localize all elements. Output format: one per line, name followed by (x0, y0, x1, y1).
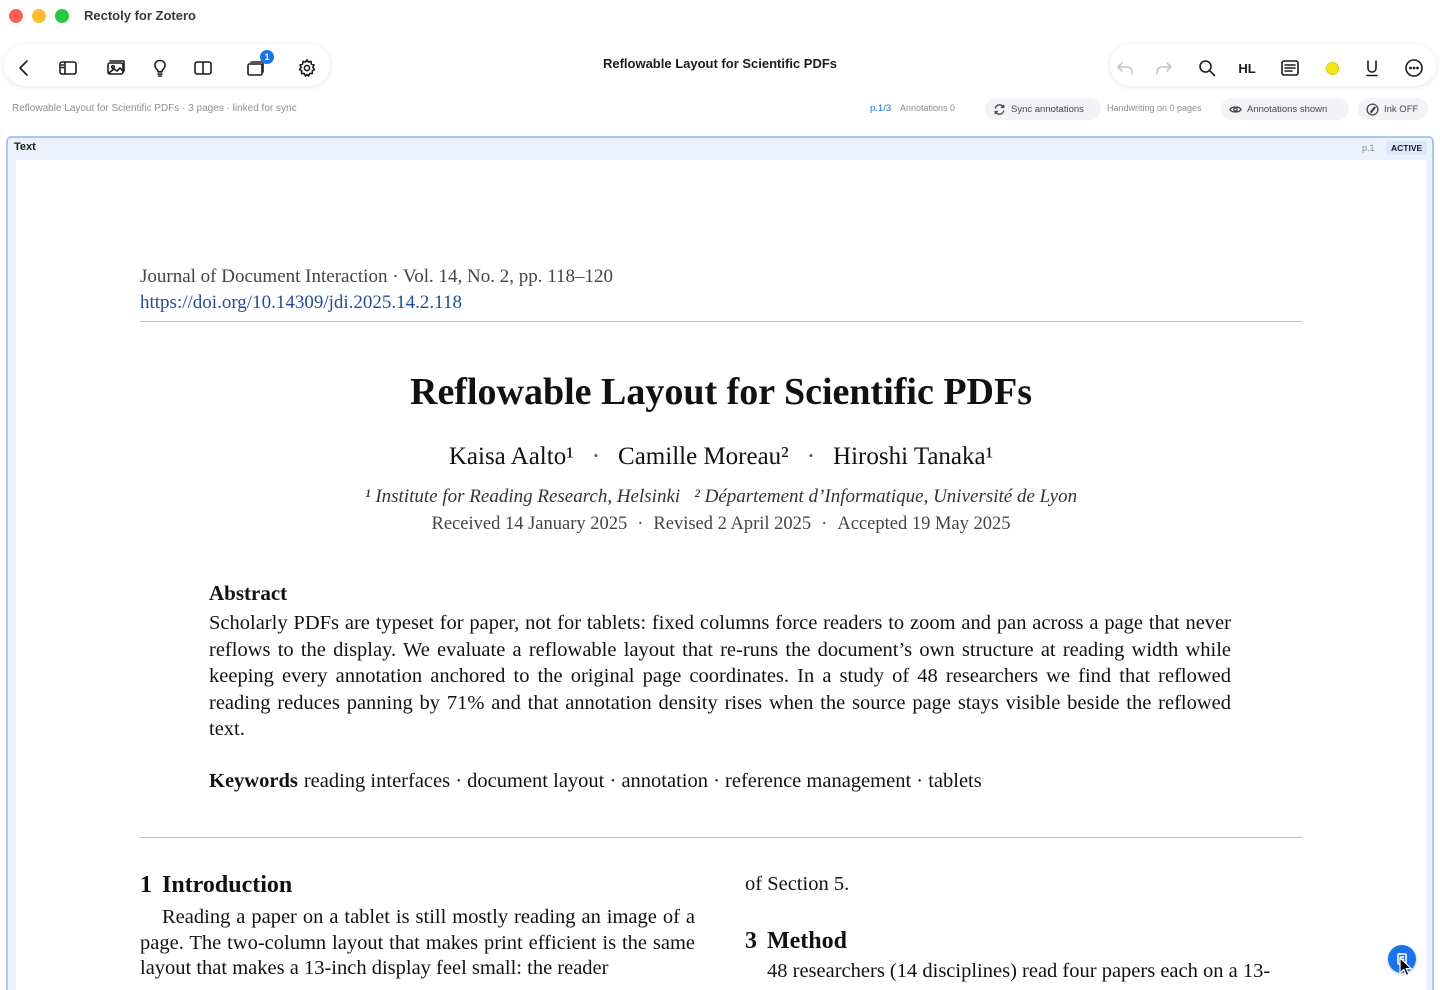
date-revised: Revised 2 April 2025 (653, 514, 812, 534)
ellipsis-circle-icon (1405, 59, 1423, 77)
sidebar-icon (59, 61, 77, 75)
author-separator: · (591, 443, 601, 470)
ink-label: Ink OFF (1384, 103, 1419, 115)
status-bar: Reflowable Layout for Scientific PDFs · … (0, 96, 1440, 122)
sync-annotations-button[interactable]: Sync annotations (985, 98, 1101, 120)
section-title: Method (767, 927, 847, 954)
affiliations: ¹ Institute for Reading Research, Helsin… (16, 486, 1426, 508)
handwriting-status: Handwriting on 0 pages (1107, 103, 1202, 113)
journal-line: Journal of Document Interaction · Vol. 1… (140, 266, 613, 287)
document-title: Reflowable Layout for Scientific PDFs (602, 56, 838, 71)
settings-button[interactable] (295, 56, 319, 80)
close-window-button[interactable] (9, 9, 23, 23)
frame-page-number: p.1 (1362, 143, 1375, 153)
more-button[interactable] (1402, 56, 1426, 80)
publication-dates: Received 14 January 2025 · Revised 2 April… (16, 514, 1426, 535)
continued-text: of Section 5. (745, 873, 850, 895)
abstract-heading: Abstract (209, 581, 288, 605)
highlight-button[interactable]: HL (1235, 56, 1259, 80)
date-separator: · (637, 514, 644, 534)
text-panel-icon (1281, 60, 1299, 76)
sync-icon (994, 103, 1005, 115)
pen-circle-icon (1366, 102, 1379, 116)
annotations-shown-toggle[interactable]: Annotations shown (1221, 98, 1349, 120)
toolbar: 1 Reflowable Layout for Scientific PDFs … (0, 40, 1440, 90)
redo-button[interactable] (1152, 56, 1176, 80)
redo-icon (1156, 62, 1172, 75)
right-column: of Section 5. 3 Method 48 researchers (14… (745, 872, 1302, 984)
reflowed-page[interactable]: Journal of Document Interaction · Vol. 1… (16, 160, 1426, 990)
method-paragraph: 48 researchers (14 disciplines) read fou… (767, 959, 1271, 982)
undo-button[interactable] (1113, 56, 1137, 80)
search-icon (1199, 60, 1216, 77)
image-view-button[interactable] (104, 56, 128, 80)
header-divider (140, 321, 1302, 322)
section-number: 1 (140, 872, 152, 898)
undo-icon (1117, 62, 1133, 75)
section-number: 3 (745, 927, 757, 954)
toolbar-right-group: HL (1110, 44, 1436, 86)
maximize-window-button[interactable] (55, 9, 69, 23)
paper-title: Reflowable Layout for Scientific PDFs (410, 371, 1032, 413)
minimize-window-button[interactable] (32, 9, 46, 23)
lightbulb-icon (154, 59, 166, 77)
author-name: Camille Moreau² (618, 443, 789, 470)
pages-badge: 1 (260, 50, 274, 64)
annotation-count: Annotations 0 (900, 103, 956, 113)
mouse-cursor-icon (1399, 957, 1413, 977)
section-title: Introduction (162, 872, 293, 898)
photo-stack-icon (107, 60, 125, 75)
back-button[interactable] (12, 56, 36, 80)
title-bar: Rectoly for Zotero (0, 0, 1440, 34)
date-received: Received 14 January 2025 (431, 514, 628, 534)
date-separator: · (821, 514, 828, 534)
pages-button[interactable]: 1 (244, 50, 274, 80)
keywords-line: Keywords reading interfaces · document la… (209, 770, 982, 793)
columns-icon (194, 61, 212, 75)
app-title: Rectoly for Zotero (84, 8, 196, 23)
insights-button[interactable] (148, 56, 172, 80)
abstract-divider (140, 837, 1302, 838)
abstract-text: Scholarly PDFs are typeset for paper, no… (209, 612, 1231, 740)
introduction-paragraph: Reading a paper on a tablet is still mos… (140, 906, 695, 979)
author-list: Kaisa Aalto¹ · Camille Moreau² · Hiroshi Tan… (16, 443, 1426, 471)
annotations-shown-label: Annotations shown (1247, 103, 1328, 115)
affiliation: ¹ Institute for Reading Research, Helsin… (364, 486, 681, 507)
split-view-button[interactable] (191, 56, 215, 80)
author-separator: · (806, 443, 816, 470)
frame-status-badge: ACTIVE (1386, 141, 1428, 155)
section-heading-introduction: 1 Introduction (140, 872, 695, 899)
keywords-label: Keywords (209, 770, 298, 792)
sidebar-toggle-button[interactable] (56, 56, 80, 80)
eye-icon (1229, 105, 1242, 113)
toolbar-left-group: 1 (4, 44, 330, 86)
reader-mode-button[interactable] (1278, 56, 1302, 80)
gear-icon (298, 59, 316, 77)
document-meta: Reflowable Layout for Scientific PDFs · … (12, 103, 297, 114)
author-name: Kaisa Aalto¹ (448, 443, 574, 470)
underline-icon (1366, 60, 1378, 77)
affiliation: ² Département d’Informatique, Université… (694, 486, 1078, 507)
underline-button[interactable] (1360, 56, 1384, 80)
section-heading-method: 3 Method (745, 928, 1302, 955)
frame-label: Text (14, 141, 36, 153)
date-accepted: Accepted 19 May 2025 (837, 514, 1011, 534)
author-name: Hiroshi Tanaka¹ (833, 443, 994, 470)
keywords-list: reading interfaces · document layout · a… (303, 770, 982, 792)
doi-link[interactable]: https://doi.org/10.14309/jdi.2025.14.2.1… (140, 292, 462, 314)
chevron-left-icon (19, 60, 28, 76)
page-indicator[interactable]: p.1/3 (870, 103, 891, 114)
sync-annotations-label: Sync annotations (1011, 103, 1084, 115)
highlight-label: HL (1238, 60, 1256, 76)
left-column: 1 Introduction Reading a paper on a table… (140, 872, 695, 982)
color-button[interactable] (1320, 56, 1344, 80)
search-button[interactable] (1195, 56, 1219, 80)
color-dot-icon (1325, 61, 1339, 75)
ink-toggle[interactable]: Ink OFF (1358, 98, 1428, 120)
